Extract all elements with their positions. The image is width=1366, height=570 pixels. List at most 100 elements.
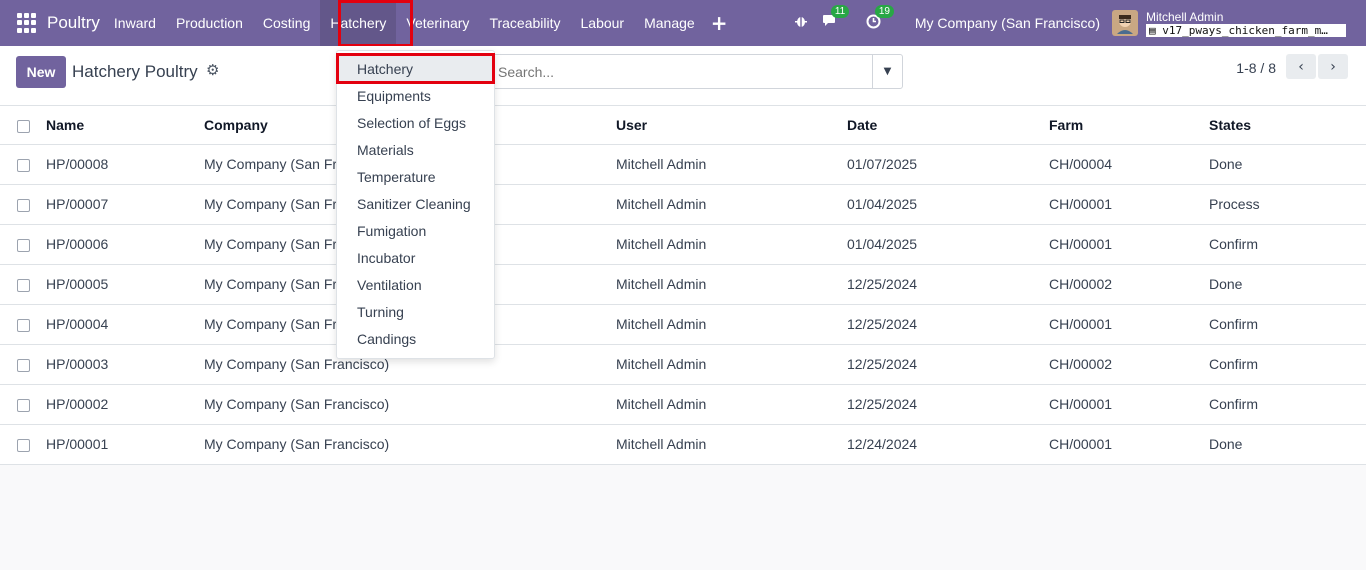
row-checkbox[interactable]: [17, 438, 30, 452]
cell-company: My Company (San Francisco): [204, 424, 616, 465]
new-button[interactable]: New: [16, 56, 66, 88]
systray: 11 19 My Company (San Francisco) Mitchel…: [794, 0, 1366, 46]
table-row[interactable]: HP/00006 My Company (San Francisco) Mitc…: [0, 224, 1366, 265]
caret-down-icon: ▼: [883, 66, 892, 77]
search-options-toggle[interactable]: ▼: [872, 55, 902, 88]
row-checkbox-cell: [0, 344, 46, 385]
cell-farm: CH/00002: [1049, 344, 1209, 385]
cell-farm: CH/00001: [1049, 184, 1209, 225]
table-row[interactable]: HP/00005 My Company (San Francisco) Mitc…: [0, 264, 1366, 305]
cell-state: Process: [1209, 184, 1366, 225]
pager-previous-button[interactable]: ‹: [1286, 54, 1316, 79]
breadcrumb: Hatchery Poultry: [72, 62, 198, 81]
dropdown-item-equipments[interactable]: Equipments: [337, 82, 494, 109]
menu-costing[interactable]: Costing: [253, 0, 320, 46]
cell-farm: CH/00004: [1049, 144, 1209, 185]
column-header-states[interactable]: States: [1209, 106, 1366, 145]
menu-traceability[interactable]: Traceability: [479, 0, 570, 46]
menu-inward[interactable]: Inward: [104, 0, 166, 46]
dropdown-item-materials[interactable]: Materials: [337, 136, 494, 163]
hatchery-menu-highlight: [338, 0, 413, 47]
cell-user: Mitchell Admin: [616, 184, 847, 225]
row-checkbox[interactable]: [17, 278, 30, 292]
plus-icon[interactable]: +: [711, 11, 728, 35]
table-row[interactable]: HP/00002 My Company (San Francisco) Mitc…: [0, 384, 1366, 425]
menu-production[interactable]: Production: [166, 0, 253, 46]
user-menu[interactable]: Mitchell Admin ▤ v17_pways_chicken_farm_…: [1146, 10, 1346, 37]
table-row[interactable]: HP/00004 My Company (San Francisco) Mitc…: [0, 304, 1366, 345]
records-table: Name Company User Date Farm States HP/00…: [0, 106, 1366, 465]
cell-user: Mitchell Admin: [616, 344, 847, 385]
row-checkbox[interactable]: [17, 318, 30, 332]
cell-state: Confirm: [1209, 224, 1366, 265]
menu-manage[interactable]: Manage: [634, 0, 705, 46]
column-header-date[interactable]: Date: [847, 106, 1049, 145]
column-header-user[interactable]: User: [616, 106, 847, 145]
chevron-right-icon: ›: [1330, 58, 1336, 75]
select-all-checkbox[interactable]: [17, 119, 30, 133]
cell-user: Mitchell Admin: [616, 264, 847, 305]
cell-farm: CH/00002: [1049, 264, 1209, 305]
dropdown-item-sanitizer-cleaning[interactable]: Sanitizer Cleaning: [337, 190, 494, 217]
cell-name: HP/00002: [46, 384, 204, 425]
cell-user: Mitchell Admin: [616, 304, 847, 345]
cell-user: Mitchell Admin: [616, 144, 847, 185]
dropdown-item-candings[interactable]: Candings: [337, 325, 494, 352]
column-header-farm[interactable]: Farm: [1049, 106, 1209, 145]
chevron-left-icon: ‹: [1298, 58, 1304, 75]
table-row[interactable]: HP/00001 My Company (San Francisco) Mitc…: [0, 424, 1366, 465]
search-bar: ▼: [487, 54, 903, 89]
row-checkbox-cell: [0, 384, 46, 425]
row-checkbox[interactable]: [17, 158, 30, 172]
table-row[interactable]: HP/00007 My Company (San Francisco) Mitc…: [0, 184, 1366, 225]
row-checkbox-cell: [0, 144, 46, 185]
dropdown-item-selection-of-eggs[interactable]: Selection of Eggs: [337, 109, 494, 136]
cell-state: Done: [1209, 424, 1366, 465]
cell-date: 01/04/2025: [847, 184, 1049, 225]
gear-icon[interactable]: ⚙: [206, 61, 219, 79]
bug-icon[interactable]: [794, 14, 808, 32]
row-checkbox-cell: [0, 184, 46, 225]
company-switcher[interactable]: My Company (San Francisco): [915, 15, 1100, 31]
pager-next-button[interactable]: ›: [1318, 54, 1348, 79]
messages-icon[interactable]: 11: [822, 5, 850, 32]
cell-name: HP/00005: [46, 264, 204, 305]
dropdown-item-ventilation[interactable]: Ventilation: [337, 271, 494, 298]
app-brand[interactable]: Poultry: [47, 13, 100, 33]
database-icon: ▤: [1149, 23, 1156, 37]
row-checkbox[interactable]: [17, 238, 30, 252]
cell-company: My Company (San Francisco): [204, 384, 616, 425]
user-name: Mitchell Admin: [1146, 9, 1224, 24]
cell-name: HP/00008: [46, 144, 204, 185]
cell-name: HP/00004: [46, 304, 204, 345]
search-input[interactable]: [498, 61, 868, 83]
cell-name: HP/00006: [46, 224, 204, 265]
hatchery-item-highlight: [336, 53, 495, 84]
row-checkbox[interactable]: [17, 198, 30, 212]
cell-user: Mitchell Admin: [616, 224, 847, 265]
cell-name: HP/00001: [46, 424, 204, 465]
apps-grid-icon[interactable]: [17, 13, 37, 33]
row-checkbox[interactable]: [17, 398, 30, 412]
cell-state: Done: [1209, 264, 1366, 305]
cell-date: 01/07/2025: [847, 144, 1049, 185]
menu-labour[interactable]: Labour: [571, 0, 635, 46]
row-checkbox[interactable]: [17, 358, 30, 372]
cell-user: Mitchell Admin: [616, 384, 847, 425]
cell-user: Mitchell Admin: [616, 424, 847, 465]
cell-date: 01/04/2025: [847, 224, 1049, 265]
dropdown-item-turning[interactable]: Turning: [337, 298, 494, 325]
dropdown-item-temperature[interactable]: Temperature: [337, 163, 494, 190]
dropdown-item-incubator[interactable]: Incubator: [337, 244, 494, 271]
avatar[interactable]: [1112, 10, 1138, 36]
table-row[interactable]: HP/00003 My Company (San Francisco) Mitc…: [0, 344, 1366, 385]
messages-badge: 11: [830, 5, 850, 18]
column-header-name[interactable]: Name: [46, 106, 204, 145]
cell-farm: CH/00001: [1049, 304, 1209, 345]
activity-clock-icon[interactable]: 19: [866, 4, 894, 33]
cell-date: 12/25/2024: [847, 384, 1049, 425]
dropdown-item-fumigation[interactable]: Fumigation: [337, 217, 494, 244]
table-row[interactable]: HP/00008 My Company (San Francisco) Mitc…: [0, 144, 1366, 185]
pager-value[interactable]: 1-8 / 8: [1236, 60, 1276, 76]
cell-date: 12/25/2024: [847, 304, 1049, 345]
